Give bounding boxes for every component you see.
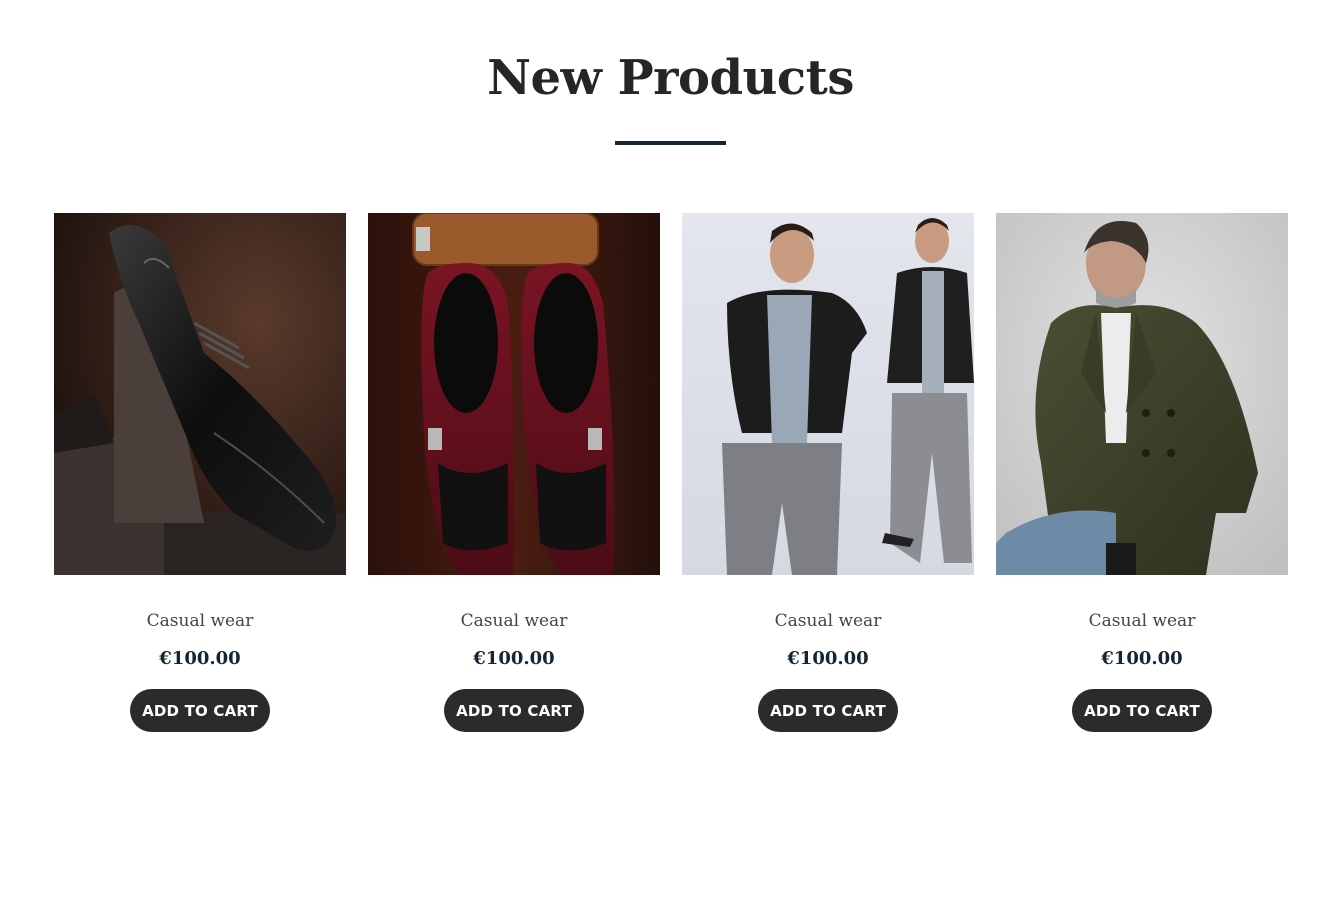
add-to-cart-button[interactable]: ADD TO CART xyxy=(130,689,270,732)
product-card: Casual wear €100.00 ADD TO CART xyxy=(368,213,660,732)
product-card: Casual wear €100.00 ADD TO CART xyxy=(996,213,1288,732)
add-to-cart-button[interactable]: ADD TO CART xyxy=(1072,689,1212,732)
add-to-cart-button[interactable]: ADD TO CART xyxy=(444,689,584,732)
product-price: €100.00 xyxy=(1101,648,1183,669)
product-image-burgundy-monk-shoes[interactable] xyxy=(368,213,660,575)
product-image-olive-overcoat[interactable] xyxy=(996,213,1288,575)
product-image-black-oxford-shoe[interactable] xyxy=(54,213,346,575)
product-name[interactable]: Casual wear xyxy=(682,611,974,631)
product-image-leather-jacket-models[interactable] xyxy=(682,213,974,575)
title-underline xyxy=(615,141,726,145)
product-card: Casual wear €100.00 ADD TO CART xyxy=(682,213,974,732)
section-title: New Products xyxy=(487,50,854,106)
product-price: €100.00 xyxy=(159,648,241,669)
product-price: €100.00 xyxy=(473,648,555,669)
add-to-cart-button[interactable]: ADD TO CART xyxy=(758,689,898,732)
product-name[interactable]: Casual wear xyxy=(996,611,1288,631)
product-name[interactable]: Casual wear xyxy=(54,611,346,631)
product-name[interactable]: Casual wear xyxy=(368,611,660,631)
product-card: Casual wear €100.00 ADD TO CART xyxy=(54,213,346,732)
product-price: €100.00 xyxy=(787,648,869,669)
